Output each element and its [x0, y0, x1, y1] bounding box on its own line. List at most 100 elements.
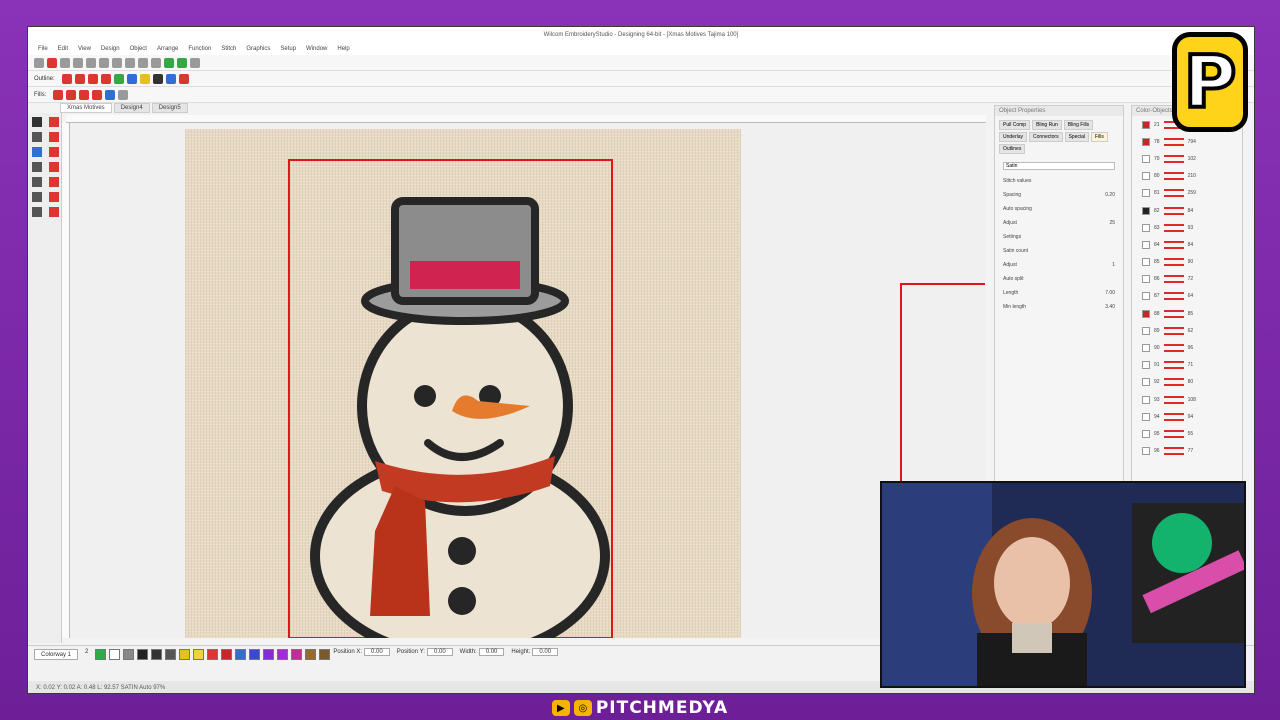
color-object-row[interactable]: 85 90	[1132, 254, 1242, 271]
color-object-row[interactable]: 90 96	[1132, 339, 1242, 356]
undo-icon[interactable]	[138, 57, 148, 68]
height-input[interactable]: 0.00	[532, 648, 559, 656]
palette-swatch[interactable]	[137, 649, 149, 660]
stitch-angle-icon[interactable]	[32, 207, 42, 217]
pen-icon[interactable]	[49, 117, 59, 127]
palette-swatch[interactable]	[207, 649, 219, 660]
select-icon[interactable]	[32, 117, 42, 127]
color-object-row[interactable]: 96 77	[1132, 443, 1242, 460]
color-object-row[interactable]: 89 62	[1132, 322, 1242, 339]
palette-swatch[interactable]	[277, 649, 289, 660]
menu-item-object[interactable]: Object	[130, 43, 147, 55]
rect-tool-icon[interactable]	[49, 132, 59, 142]
knife-icon[interactable]	[32, 162, 42, 172]
travel-icon[interactable]	[177, 57, 187, 68]
color-object-row[interactable]: 92 80	[1132, 374, 1242, 391]
redo-icon[interactable]	[151, 57, 161, 68]
tab-design5[interactable]: Design5	[151, 103, 188, 113]
color-object-row[interactable]: 78 794	[1132, 133, 1242, 150]
fill-pattern-icon[interactable]	[79, 89, 90, 100]
run-tool-icon[interactable]	[49, 147, 59, 157]
prop-tab-underlay[interactable]: Underlay	[999, 132, 1028, 142]
complex-fill-icon[interactable]	[49, 177, 59, 187]
menu-item-window[interactable]: Window	[306, 43, 327, 55]
print-icon[interactable]	[86, 57, 96, 68]
menu-item-help[interactable]: Help	[337, 43, 349, 55]
outline-appliqué-icon[interactable]	[126, 73, 137, 84]
prop-tab-fills[interactable]: Fills	[1091, 132, 1108, 142]
palette-swatch[interactable]	[123, 649, 135, 660]
fill-effects-icon[interactable]	[105, 89, 116, 100]
open-icon[interactable]	[60, 57, 70, 68]
outline-satin-icon[interactable]	[87, 73, 98, 84]
prop-value[interactable]: 0.20	[1105, 192, 1115, 198]
palette-swatch[interactable]	[319, 649, 331, 660]
palette-swatch[interactable]	[249, 649, 261, 660]
copy-icon[interactable]	[112, 57, 122, 68]
color-object-row[interactable]: 82 84	[1132, 202, 1242, 219]
width-input[interactable]: 0.00	[478, 648, 505, 656]
prop-value[interactable]: 1	[1112, 262, 1115, 268]
prop-tab-special[interactable]: Special	[1064, 132, 1089, 142]
color-object-row[interactable]: 81 259	[1132, 185, 1242, 202]
prop-tab-connectors[interactable]: Connectors	[1029, 132, 1063, 142]
wilcom-icon[interactable]	[47, 57, 57, 68]
menu-item-design[interactable]: Design	[101, 43, 120, 55]
outline-motif-icon[interactable]	[113, 73, 124, 84]
color-object-row[interactable]: 94 94	[1132, 408, 1242, 425]
menu-item-edit[interactable]: Edit	[58, 43, 68, 55]
palette-swatch[interactable]	[165, 649, 177, 660]
color-object-row[interactable]: 88 85	[1132, 305, 1242, 322]
fill-tatami-icon[interactable]	[66, 89, 77, 100]
prop-tab-bling-run[interactable]: Bling Run	[1032, 120, 1062, 130]
palette-swatch[interactable]	[151, 649, 163, 660]
tab-xmas-motives[interactable]: Xmas Motives	[60, 103, 112, 113]
reshape-icon[interactable]	[178, 73, 189, 84]
color-object-row[interactable]: 86 72	[1132, 271, 1242, 288]
outline-run-icon[interactable]	[61, 73, 72, 84]
lettering-tool-icon[interactable]	[32, 132, 42, 142]
palette-swatch[interactable]	[263, 649, 275, 660]
color-object-row[interactable]: 95 55	[1132, 425, 1242, 442]
colorway-select[interactable]: Colorway 1	[34, 649, 79, 660]
save-icon[interactable]	[73, 57, 83, 68]
position-x-input[interactable]: 0.00	[364, 648, 390, 656]
prop-tab-outlines[interactable]: Outlines	[999, 144, 1026, 154]
snowman-embroidery[interactable]	[300, 161, 620, 638]
zoom-icon[interactable]	[190, 57, 200, 68]
palette-swatch[interactable]	[221, 649, 233, 660]
palette-swatch[interactable]	[179, 649, 191, 660]
color-object-row[interactable]: 91 71	[1132, 357, 1242, 374]
info-icon[interactable]	[152, 73, 163, 84]
motif-run-icon[interactable]	[49, 207, 59, 217]
outline-backstitch-icon[interactable]	[100, 73, 111, 84]
fill-stipple-icon[interactable]	[118, 89, 129, 100]
fill-satin-icon[interactable]	[53, 89, 64, 100]
ellipse-tool-icon[interactable]	[32, 147, 42, 157]
menu-item-graphics[interactable]: Graphics	[246, 43, 270, 55]
color-object-row[interactable]: 87 64	[1132, 288, 1242, 305]
menu-item-arrange[interactable]: Arrange	[157, 43, 178, 55]
prop-tab-pull-comp[interactable]: Pull Comp	[999, 120, 1031, 130]
color-object-row[interactable]: 79 102	[1132, 150, 1242, 167]
turning-icon[interactable]	[32, 192, 42, 202]
menu-item-stitch[interactable]: Stitch	[221, 43, 236, 55]
color-object-row[interactable]: 84 84	[1132, 236, 1242, 253]
prop-value[interactable]: 25	[1109, 220, 1115, 226]
applique-icon[interactable]	[49, 192, 59, 202]
palette-swatch[interactable]	[235, 649, 247, 660]
new-icon[interactable]	[34, 57, 44, 68]
align-icon[interactable]	[165, 73, 176, 84]
palette-swatch[interactable]	[95, 649, 107, 660]
cut-icon[interactable]	[99, 57, 109, 68]
palette-swatch[interactable]	[193, 649, 205, 660]
color-object-row[interactable]: 80 210	[1132, 168, 1242, 185]
palette-swatch[interactable]	[305, 649, 317, 660]
prop-value[interactable]: 3.40	[1105, 304, 1115, 310]
outline-triple-icon[interactable]	[74, 73, 85, 84]
menu-item-setup[interactable]: Setup	[280, 43, 296, 55]
color-object-row[interactable]: 83 93	[1132, 219, 1242, 236]
fill-type-select[interactable]: Satin	[1003, 162, 1115, 170]
design-canvas[interactable]	[70, 123, 985, 638]
menu-item-file[interactable]: File	[38, 43, 48, 55]
